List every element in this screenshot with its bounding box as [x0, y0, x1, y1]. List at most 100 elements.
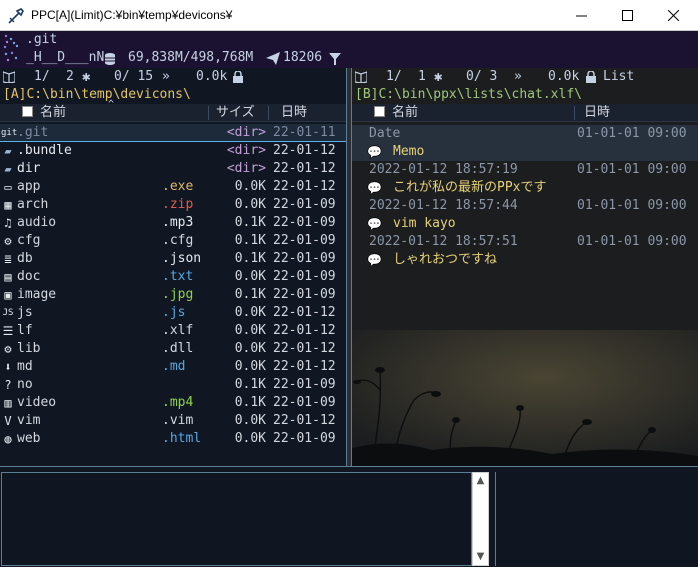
file-name: dir [17, 161, 41, 176]
file-row[interactable]: ▰ .bundle <dir> 22-01-12 [0, 142, 346, 160]
file-name: .bundle [17, 143, 72, 158]
film-icon: ▥ [4, 396, 12, 410]
file-row[interactable]: ≣ db .json 0.1K 22-01-09 [0, 250, 346, 268]
scroll-down-icon[interactable]: ▼ [473, 549, 488, 565]
file-date: 22-01-09 [273, 251, 336, 266]
pane-a-marks: 0/ 15 [114, 69, 154, 84]
file-name: doc [17, 269, 41, 284]
pane-a-path[interactable]: [A]C:\bin\temp\devicons\ [3, 86, 191, 104]
disk-icon [105, 53, 115, 65]
folder-icon: ▰ [4, 144, 12, 158]
select-all-checkbox[interactable] [374, 104, 385, 122]
mark-icon: ✱ [434, 69, 443, 85]
file-size: 0.1K [234, 251, 266, 266]
file-date: 22-01-12 [273, 161, 336, 176]
archive-icon: ▦ [4, 198, 12, 212]
comment-icon: 💬 [367, 145, 382, 159]
chat-message-row[interactable]: 💬 これが私の最新のPPxです [352, 179, 698, 197]
file-date: 22-01-09 [273, 395, 336, 410]
pane-b-path[interactable]: [B]C:\bin\ppx\lists\chat.xlf\ [355, 86, 582, 104]
file-row[interactable]: ▥ video .mp4 0.1K 22-01-09 [0, 394, 346, 412]
file-date: 22-01-09 [273, 287, 336, 302]
book-icon [3, 71, 15, 83]
filter-icon[interactable] [329, 53, 341, 65]
database-icon: ≣ [4, 252, 12, 266]
file-date: 22-01-09 [273, 197, 336, 212]
chat-entry-date: 01-01-01 09:00 [577, 198, 687, 213]
file-row[interactable]: ♫ audio .mp3 0.1K 22-01-09 [0, 214, 346, 232]
chat-message-row[interactable]: 💬 Memo [352, 143, 698, 161]
file-row[interactable]: ⚙ cfg .cfg 0.1K 22-01-09 [0, 232, 346, 250]
file-size: 0.0K [234, 305, 266, 320]
js-icon: JS [2, 308, 14, 318]
log-window[interactable] [1, 472, 472, 566]
file-row[interactable]: ▤ doc .txt 0.0K 22-01-09 [0, 268, 346, 286]
file-row[interactable]: ◍ web .html 0.0K 22-01-09 [0, 430, 346, 448]
folder-icon: ▰ [4, 162, 12, 176]
file-row[interactable]: ⚙ lib .dll 0.0K 22-01-12 [0, 340, 346, 358]
file-row[interactable]: ▰ dir <dir> 22-01-12 [0, 160, 346, 178]
file-name: video [17, 395, 57, 410]
chat-entry[interactable]: 2022-01-12 18:57:44 01-01-01 09:00 [352, 197, 698, 215]
file-size: 0.0K [234, 431, 266, 446]
file-row[interactable]: git .git <dir> 22-01-11 [0, 124, 346, 142]
file-date: 22-01-09 [273, 269, 336, 284]
file-size: 0.0K [234, 197, 266, 212]
dots-icon [4, 51, 18, 62]
column-date[interactable]: 日時 [281, 104, 307, 122]
chat-timestamp: Date [369, 126, 401, 141]
minimize-icon [575, 15, 587, 17]
file-date: 22-01-12 [273, 341, 336, 356]
file-row[interactable]: ? no 0.1K 22-01-09 [0, 376, 346, 394]
column-date[interactable]: 日時 [584, 104, 610, 122]
file-size: 0.0K [234, 341, 266, 356]
file-name: image [17, 287, 57, 302]
attribute-flags: _H__D___nN [26, 50, 105, 65]
maximize-button[interactable] [604, 0, 650, 31]
chat-timestamp: 2022-01-12 18:57:44 [369, 198, 518, 213]
file-name: no [17, 377, 33, 392]
file-date: 22-01-09 [273, 233, 336, 248]
file-pane-b[interactable]: 1/ 1 ✱ 0/ 3 » 0.0k List [B]C:\bin\ppx\li… [352, 68, 698, 466]
file-row[interactable]: Vvim .vim 0.0K 22-01-12 [0, 412, 346, 430]
file-row[interactable]: ▦ arch .zip 0.0K 22-01-09 [0, 196, 346, 214]
file-row[interactable]: ▭ app .exe 0.0K 22-01-12 [0, 178, 346, 196]
minimize-button[interactable] [558, 0, 604, 31]
column-name[interactable]: 名前 [40, 104, 66, 122]
chat-message: これが私の最新のPPxです [393, 180, 547, 195]
file-date: 22-01-09 [273, 431, 336, 446]
file-date: 22-01-12 [273, 143, 336, 158]
chat-entry[interactable]: 2022-01-12 18:57:51 01-01-01 09:00 [352, 233, 698, 251]
file-row[interactable]: ☰ lf .xlf 0.0K 22-01-12 [0, 322, 346, 340]
file-size: 0.0K [234, 269, 266, 284]
info-band: .git _H__D___nN 69,838M/498,768M 18206 [0, 31, 698, 68]
file-date: 22-01-12 [273, 359, 336, 374]
file-row[interactable]: ▣ image .jpg 0.1K 22-01-09 [0, 286, 346, 304]
git-icon: git [1, 128, 18, 138]
chat-message-row[interactable]: 💬 しゃれおつですね [352, 251, 698, 269]
image-icon: ▣ [4, 288, 12, 302]
close-button[interactable] [650, 0, 696, 31]
select-all-checkbox[interactable] [22, 104, 33, 122]
lock-icon [586, 71, 596, 83]
git-label: .git [26, 32, 58, 47]
column-size[interactable]: サイズ [216, 104, 255, 122]
file-size: 0.1K [234, 287, 266, 302]
file-pane-a[interactable]: 1/ 2 ✱ 0/ 15 » 0.0k [A]C:\bin\temp\devic… [0, 68, 346, 466]
file-name: app [17, 179, 41, 194]
file-row[interactable]: JS js .js 0.0K 22-01-12 [0, 304, 346, 322]
column-name[interactable]: 名前 [392, 104, 418, 122]
chat-message-row[interactable]: 💬 vim kayo [352, 215, 698, 233]
chat-entry[interactable]: 2022-01-12 18:57:19 01-01-01 09:00 [352, 161, 698, 179]
file-size: 0.0K [234, 359, 266, 374]
file-date: 22-01-12 [273, 323, 336, 338]
comment-icon: 💬 [367, 253, 382, 267]
file-date: 22-01-12 [273, 179, 336, 194]
scroll-up-icon[interactable]: ▲ [473, 473, 488, 489]
file-extension: .js [162, 305, 186, 320]
file-date: 22-01-09 [273, 215, 336, 230]
file-extension: .json [162, 251, 202, 266]
chat-entry[interactable]: Date 01-01-01 09:00 [352, 125, 698, 143]
file-row[interactable]: ⬇ md .md 0.0K 22-01-12 [0, 358, 346, 376]
log-scrollbar[interactable]: ▲ ▼ [472, 472, 489, 566]
